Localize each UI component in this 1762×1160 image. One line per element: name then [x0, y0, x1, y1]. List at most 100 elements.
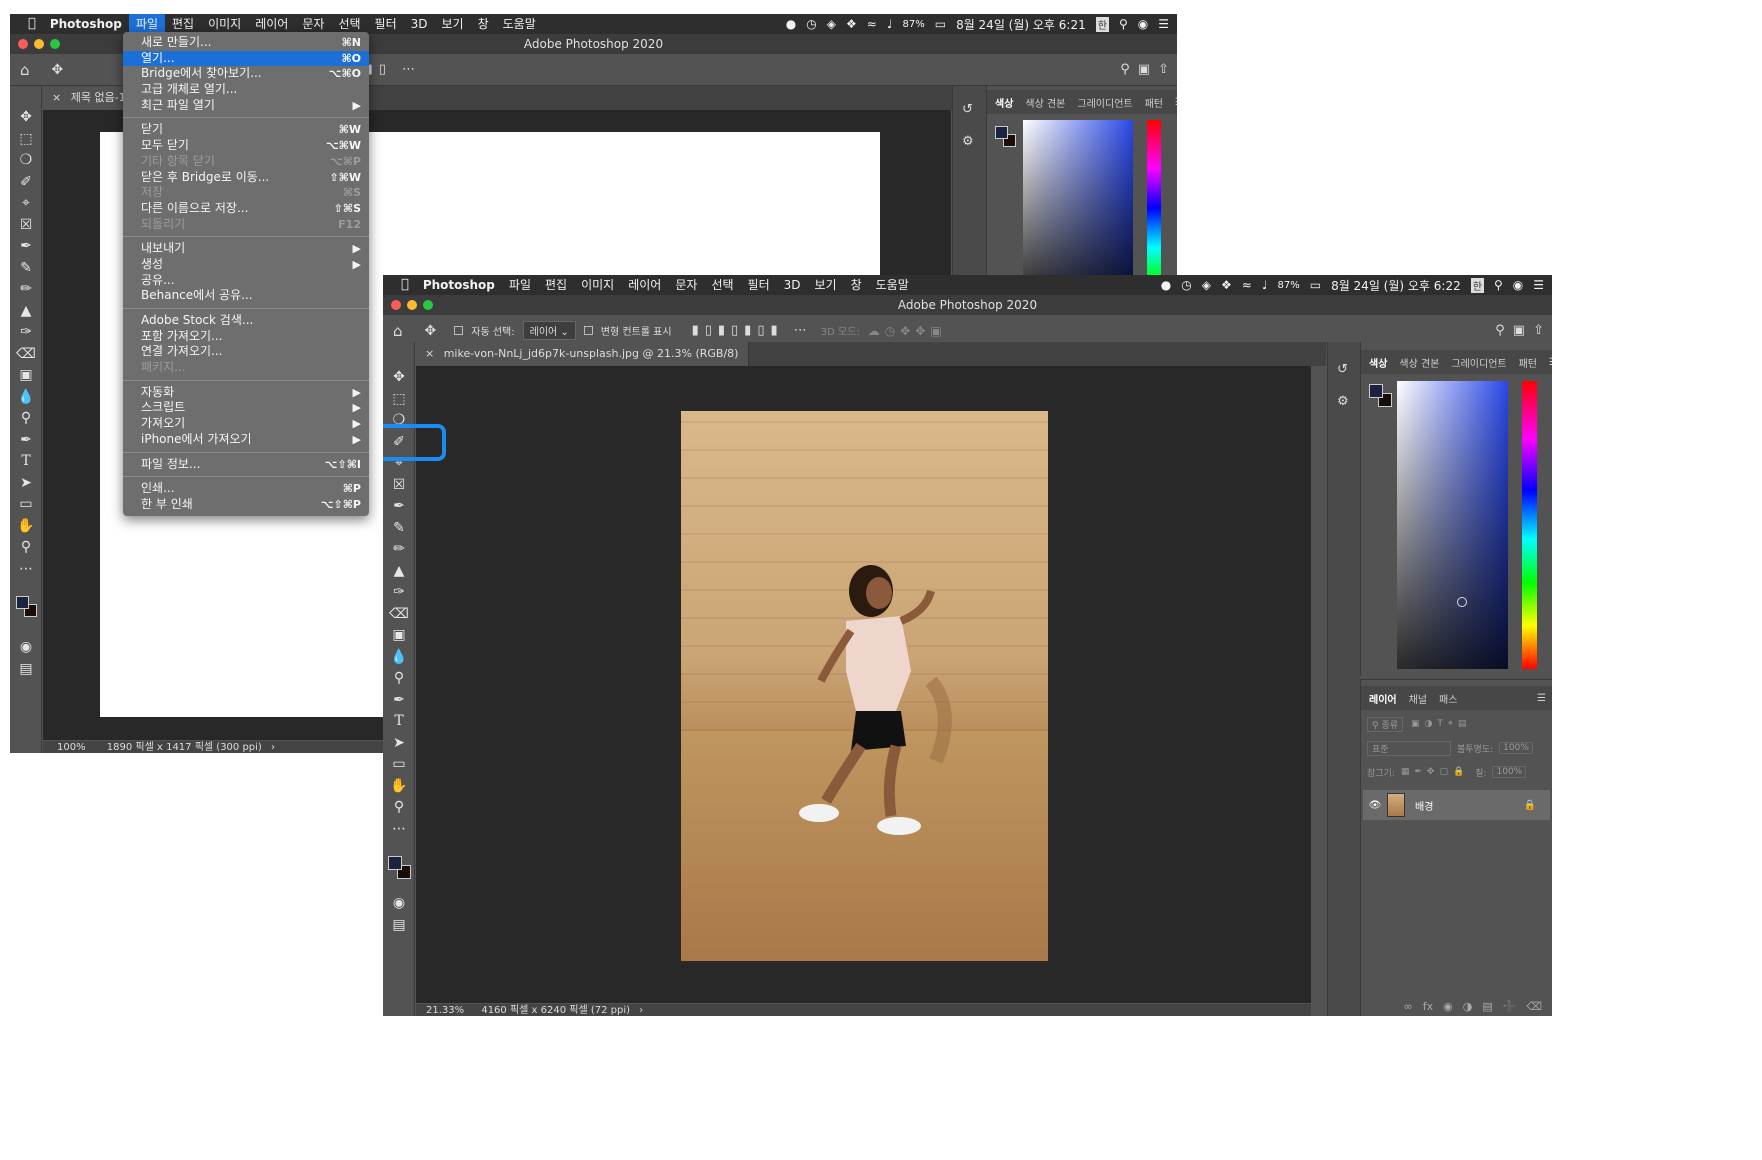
close-tab-icon[interactable]: ×	[52, 91, 61, 104]
menu-select[interactable]: 선택	[704, 275, 740, 295]
eraser-tool-icon[interactable]: ⌫	[10, 343, 42, 365]
dodge-tool-icon[interactable]: ⚲	[383, 667, 415, 689]
file-menu-item[interactable]: 파일 정보... ⌥⇧⌘I	[123, 457, 369, 473]
apple-icon[interactable]: 	[10, 14, 43, 34]
tab-channels[interactable]: 채널	[1409, 691, 1427, 706]
input-source-icon[interactable]: 한	[1470, 277, 1484, 293]
move-tool-icon[interactable]: ✥	[52, 62, 64, 78]
share-icon[interactable]: ⇧	[1533, 323, 1544, 338]
file-menu-item[interactable]: 고급 개체로 열기...	[123, 82, 369, 98]
input-source-icon[interactable]: 한	[1095, 16, 1109, 32]
file-menu-item[interactable]: 포함 가져오기...	[123, 329, 369, 345]
path-select-icon[interactable]: ➤	[383, 732, 415, 754]
menu-layer[interactable]: 레이어	[621, 275, 668, 295]
color-swatches[interactable]	[388, 856, 412, 880]
blur-tool-icon[interactable]: 💧	[10, 386, 42, 408]
volume-icon[interactable]: ♩	[1262, 278, 1268, 292]
control-center-icon[interactable]: ☰	[1158, 17, 1169, 31]
marquee-tool-icon[interactable]: ⬚	[10, 128, 42, 150]
tab-gradients[interactable]: 그레이디언트	[1077, 95, 1132, 110]
screen-mode-icon[interactable]: ▤	[383, 914, 415, 936]
menu-filter[interactable]: 필터	[741, 275, 777, 295]
hue-slider[interactable]	[1147, 120, 1161, 280]
vpn-icon[interactable]: ◈	[827, 17, 836, 31]
battery-icon[interactable]: ▭	[1310, 278, 1321, 292]
apple-icon[interactable]: 	[383, 275, 416, 295]
wifi-icon[interactable]: ≈	[867, 17, 877, 31]
panel-menu-icon[interactable]: ☰	[1549, 357, 1552, 368]
menu-select[interactable]: 선택	[331, 14, 367, 34]
trash-icon[interactable]: ⌫	[1526, 1000, 1542, 1016]
tab-layers[interactable]: 레이어	[1369, 691, 1397, 706]
menu-image[interactable]: 이미지	[201, 14, 248, 34]
crop-tool-icon[interactable]: ⌖	[10, 192, 42, 214]
rectangle-tool-icon[interactable]: ▭	[10, 493, 42, 515]
more-tools-icon[interactable]: ⋯	[10, 558, 42, 580]
minimize-window-button[interactable]	[407, 300, 417, 310]
auto-select-checkbox[interactable]	[454, 326, 464, 335]
doc-tab[interactable]: × mike-von-NnLj_jd6p7k-unsplash.jpg @ 21…	[415, 342, 750, 366]
tab-gradients[interactable]: 그레이디언트	[1451, 355, 1506, 370]
menu-help[interactable]: 도움말	[869, 275, 916, 295]
quick-mask-icon[interactable]: ◉	[383, 892, 415, 914]
share-icon[interactable]: ⇧	[1158, 62, 1169, 77]
file-menu-item[interactable]: 공유...	[123, 273, 369, 289]
zoom-level[interactable]: 21.33%	[426, 1005, 464, 1016]
tab-color[interactable]: 색상	[995, 95, 1013, 110]
close-window-button[interactable]	[391, 300, 401, 310]
3d-mode-icons[interactable]: ☁◷✥✥▣	[868, 324, 947, 338]
menu-type[interactable]: 문자	[668, 275, 704, 295]
gradient-tool-icon[interactable]: ▣	[10, 364, 42, 386]
menu-file[interactable]: 파일	[128, 14, 165, 34]
history-brush-icon[interactable]: ✑	[10, 321, 42, 343]
stamp-tool-icon[interactable]: ▲	[383, 560, 415, 582]
tab-patterns[interactable]: 패턴	[1519, 355, 1537, 370]
file-menu-item[interactable]: 스크립트 ▶	[123, 400, 369, 416]
zoom-tool-icon[interactable]: ⚲	[10, 536, 42, 558]
eyedropper-tool-icon[interactable]: ✒	[383, 495, 415, 517]
dodge-tool-icon[interactable]: ⚲	[10, 407, 42, 429]
file-menu-item[interactable]: 내보내기 ▶	[123, 241, 369, 257]
mask-icon[interactable]: ◉	[1443, 1000, 1453, 1016]
menu-3d[interactable]: 3D	[404, 14, 435, 34]
brush-tool-icon[interactable]: ✏	[383, 538, 415, 560]
hand-tool-icon[interactable]: ✋	[383, 775, 415, 797]
hand-tool-icon[interactable]: ✋	[10, 515, 42, 537]
zoom-window-button[interactable]	[50, 39, 60, 49]
clock[interactable]: 8월 24일 (월) 오후 6:22	[1331, 277, 1461, 294]
type-tool-icon[interactable]: T	[10, 450, 42, 472]
properties-panel-icon[interactable]: ⚙	[962, 134, 974, 149]
file-menu-item[interactable]: 모두 닫기 ⌥⌘W	[123, 138, 369, 154]
blur-tool-icon[interactable]: 💧	[383, 646, 415, 668]
menu-filter[interactable]: 필터	[368, 14, 404, 34]
type-tool-icon[interactable]: T	[383, 710, 415, 732]
screen-mode-icon[interactable]: ▤	[10, 658, 42, 680]
menu-view[interactable]: 보기	[435, 14, 471, 34]
search-icon[interactable]: ⚲	[1495, 323, 1505, 338]
pen-tool-icon[interactable]: ✒	[383, 689, 415, 711]
file-menu-item[interactable]: 자동화 ▶	[123, 385, 369, 401]
color-field[interactable]	[1023, 120, 1133, 280]
clock[interactable]: 8월 24일 (월) 오후 6:21	[956, 16, 1086, 33]
properties-panel-icon[interactable]: ⚙	[1337, 394, 1349, 409]
app-menu[interactable]: Photoshop	[416, 275, 502, 295]
home-icon[interactable]: ⌂	[393, 322, 403, 340]
file-menu-item[interactable]: Adobe Stock 검색...	[123, 313, 369, 329]
hue-slider[interactable]	[1522, 381, 1537, 669]
file-menu-item[interactable]: 닫은 후 Bridge로 이동... ⇧⌘W	[123, 170, 369, 186]
panel-menu-icon[interactable]: ☰	[1537, 693, 1546, 704]
battery-icon[interactable]: ▭	[935, 17, 946, 31]
bluetooth-icon[interactable]: ❖	[1221, 278, 1232, 292]
pen-tool-icon[interactable]: ✒	[10, 429, 42, 451]
file-menu-item[interactable]: 생성 ▶	[123, 257, 369, 273]
file-menu-item[interactable]: 연결 가져오기...	[123, 344, 369, 360]
more-tools-icon[interactable]: ⋯	[383, 818, 415, 840]
close-tab-icon[interactable]: ×	[425, 347, 434, 360]
chevron-right-icon[interactable]: ›	[639, 1005, 643, 1016]
align-icons[interactable]: ▮▯▮▯▮▯▮ ⋯	[692, 323, 813, 338]
opacity-value[interactable]: 100%	[1499, 742, 1533, 754]
frame-tool-icon[interactable]: ☒	[383, 474, 415, 496]
frame-tool-icon[interactable]: ☒	[10, 214, 42, 236]
spotlight-icon[interactable]: ⚲	[1494, 278, 1503, 292]
file-menu-item[interactable]: Bridge에서 찾아보기... ⌥⌘O	[123, 66, 369, 82]
